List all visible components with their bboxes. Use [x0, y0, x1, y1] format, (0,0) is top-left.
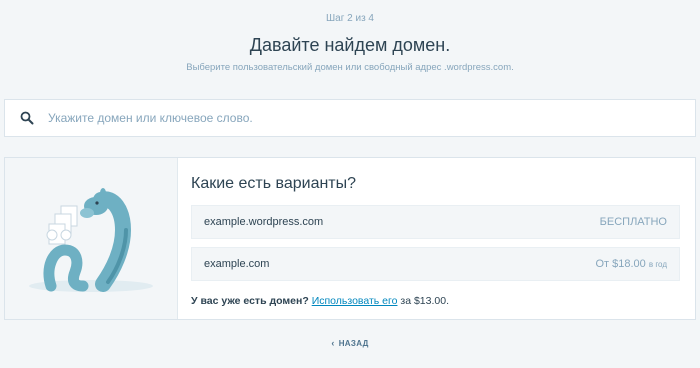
domain-name: example.com: [204, 258, 270, 270]
domain-price: БЕСПЛАТНО: [599, 216, 667, 228]
sea-serpent-illustration: [29, 188, 153, 292]
existing-domain-price: за $13.00.: [400, 295, 449, 307]
step-indicator: Шаг 2 из 4: [325, 13, 374, 24]
suggestions-heading: Какие есть варианты?: [191, 175, 357, 192]
chevron-left-icon: ‹: [331, 338, 335, 348]
domain-search-input[interactable]: [48, 111, 648, 125]
domain-suggestion-free[interactable]: example.wordpress.com БЕСПЛАТНО: [191, 205, 680, 239]
price-period: в год: [648, 260, 667, 269]
existing-domain-line: У вас уже есть домен? Использовать его з…: [191, 295, 449, 307]
domain-search-box[interactable]: [4, 99, 696, 137]
existing-domain-question: У вас уже есть домен?: [191, 295, 309, 307]
page-subtitle: Выберите пользовательский домен или своб…: [186, 62, 514, 73]
domain-price: От $18.00 в год: [595, 258, 667, 270]
domain-suggestions-card: Какие есть варианты? example.wordpress.c…: [4, 157, 696, 320]
domain-suggestion-paid[interactable]: example.com От $18.00 в год: [191, 247, 680, 281]
back-button[interactable]: ‹ НАЗАД: [0, 338, 700, 348]
back-label: НАЗАД: [338, 339, 369, 348]
suggestions-content: Какие есть варианты? example.wordpress.c…: [178, 158, 695, 319]
domain-name: example.wordpress.com: [204, 216, 324, 228]
search-icon: [20, 111, 34, 125]
page-title: Давайте найдем домен.: [249, 35, 451, 55]
use-existing-domain-link[interactable]: Использовать его: [312, 295, 398, 307]
domain-illustration: [5, 158, 178, 319]
